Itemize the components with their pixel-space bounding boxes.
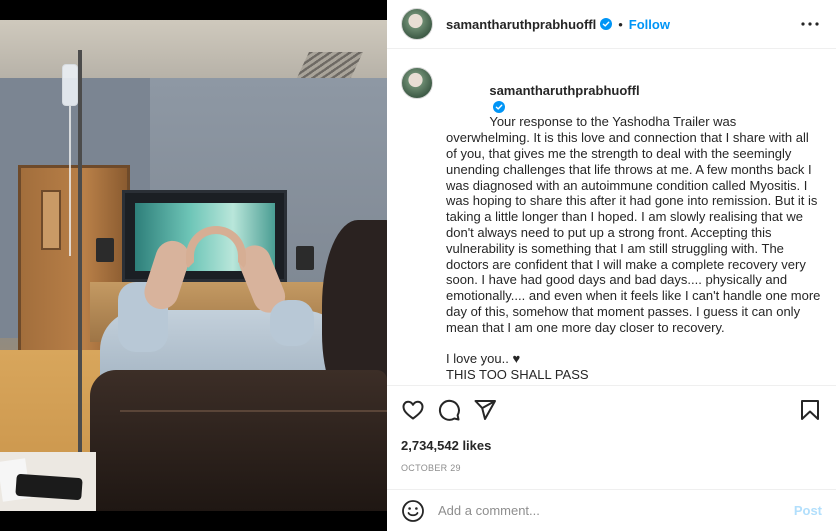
add-comment-bar: Post [387, 489, 836, 531]
caption-closing-line: THIS TOO SHALL PASS [446, 367, 589, 383]
post-actions: 2,734,542 likes OCTOBER 29 [387, 385, 836, 473]
verified-badge-icon [600, 18, 613, 30]
emoji-icon[interactable] [401, 499, 425, 523]
caption-text: Your response to the Yashodha Trailer wa… [446, 114, 825, 335]
bookmark-icon[interactable] [798, 398, 822, 422]
caption-username[interactable]: samantharuthprabhuoffl [489, 83, 639, 98]
verified-badge-icon [493, 100, 506, 113]
caption-body: samantharuthprabhuoffl Your response to … [446, 67, 821, 385]
post-date[interactable]: OCTOBER 29 [401, 463, 822, 473]
post-photo[interactable] [0, 20, 387, 511]
post-header: samantharuthprabhuoffl • Follow [387, 0, 836, 49]
caption-comment: samantharuthprabhuoffl Your response to … [401, 67, 822, 385]
more-options-icon[interactable] [798, 12, 822, 36]
action-icon-row [401, 398, 822, 422]
instagram-post: samantharuthprabhuoffl • Follow samantha… [0, 0, 836, 531]
author-username[interactable]: samantharuthprabhuoffl [446, 17, 596, 32]
follow-button[interactable]: Follow [629, 17, 670, 32]
caption-section: samantharuthprabhuoffl Your response to … [387, 49, 836, 385]
author-avatar[interactable] [401, 8, 433, 40]
comment-icon[interactable] [437, 398, 461, 422]
comment-input[interactable] [438, 503, 794, 518]
heart-icon[interactable] [401, 398, 425, 422]
caption-author-avatar[interactable] [401, 67, 433, 99]
likes-count[interactable]: 2,734,542 likes [401, 438, 822, 453]
post-side-panel: samantharuthprabhuoffl • Follow samantha… [387, 0, 836, 531]
header-separator: • [618, 16, 623, 32]
post-comment-button[interactable]: Post [794, 503, 822, 518]
share-icon[interactable] [473, 398, 497, 422]
post-media[interactable] [0, 0, 387, 531]
caption-love-line: I love you.. ♥ [446, 351, 521, 367]
